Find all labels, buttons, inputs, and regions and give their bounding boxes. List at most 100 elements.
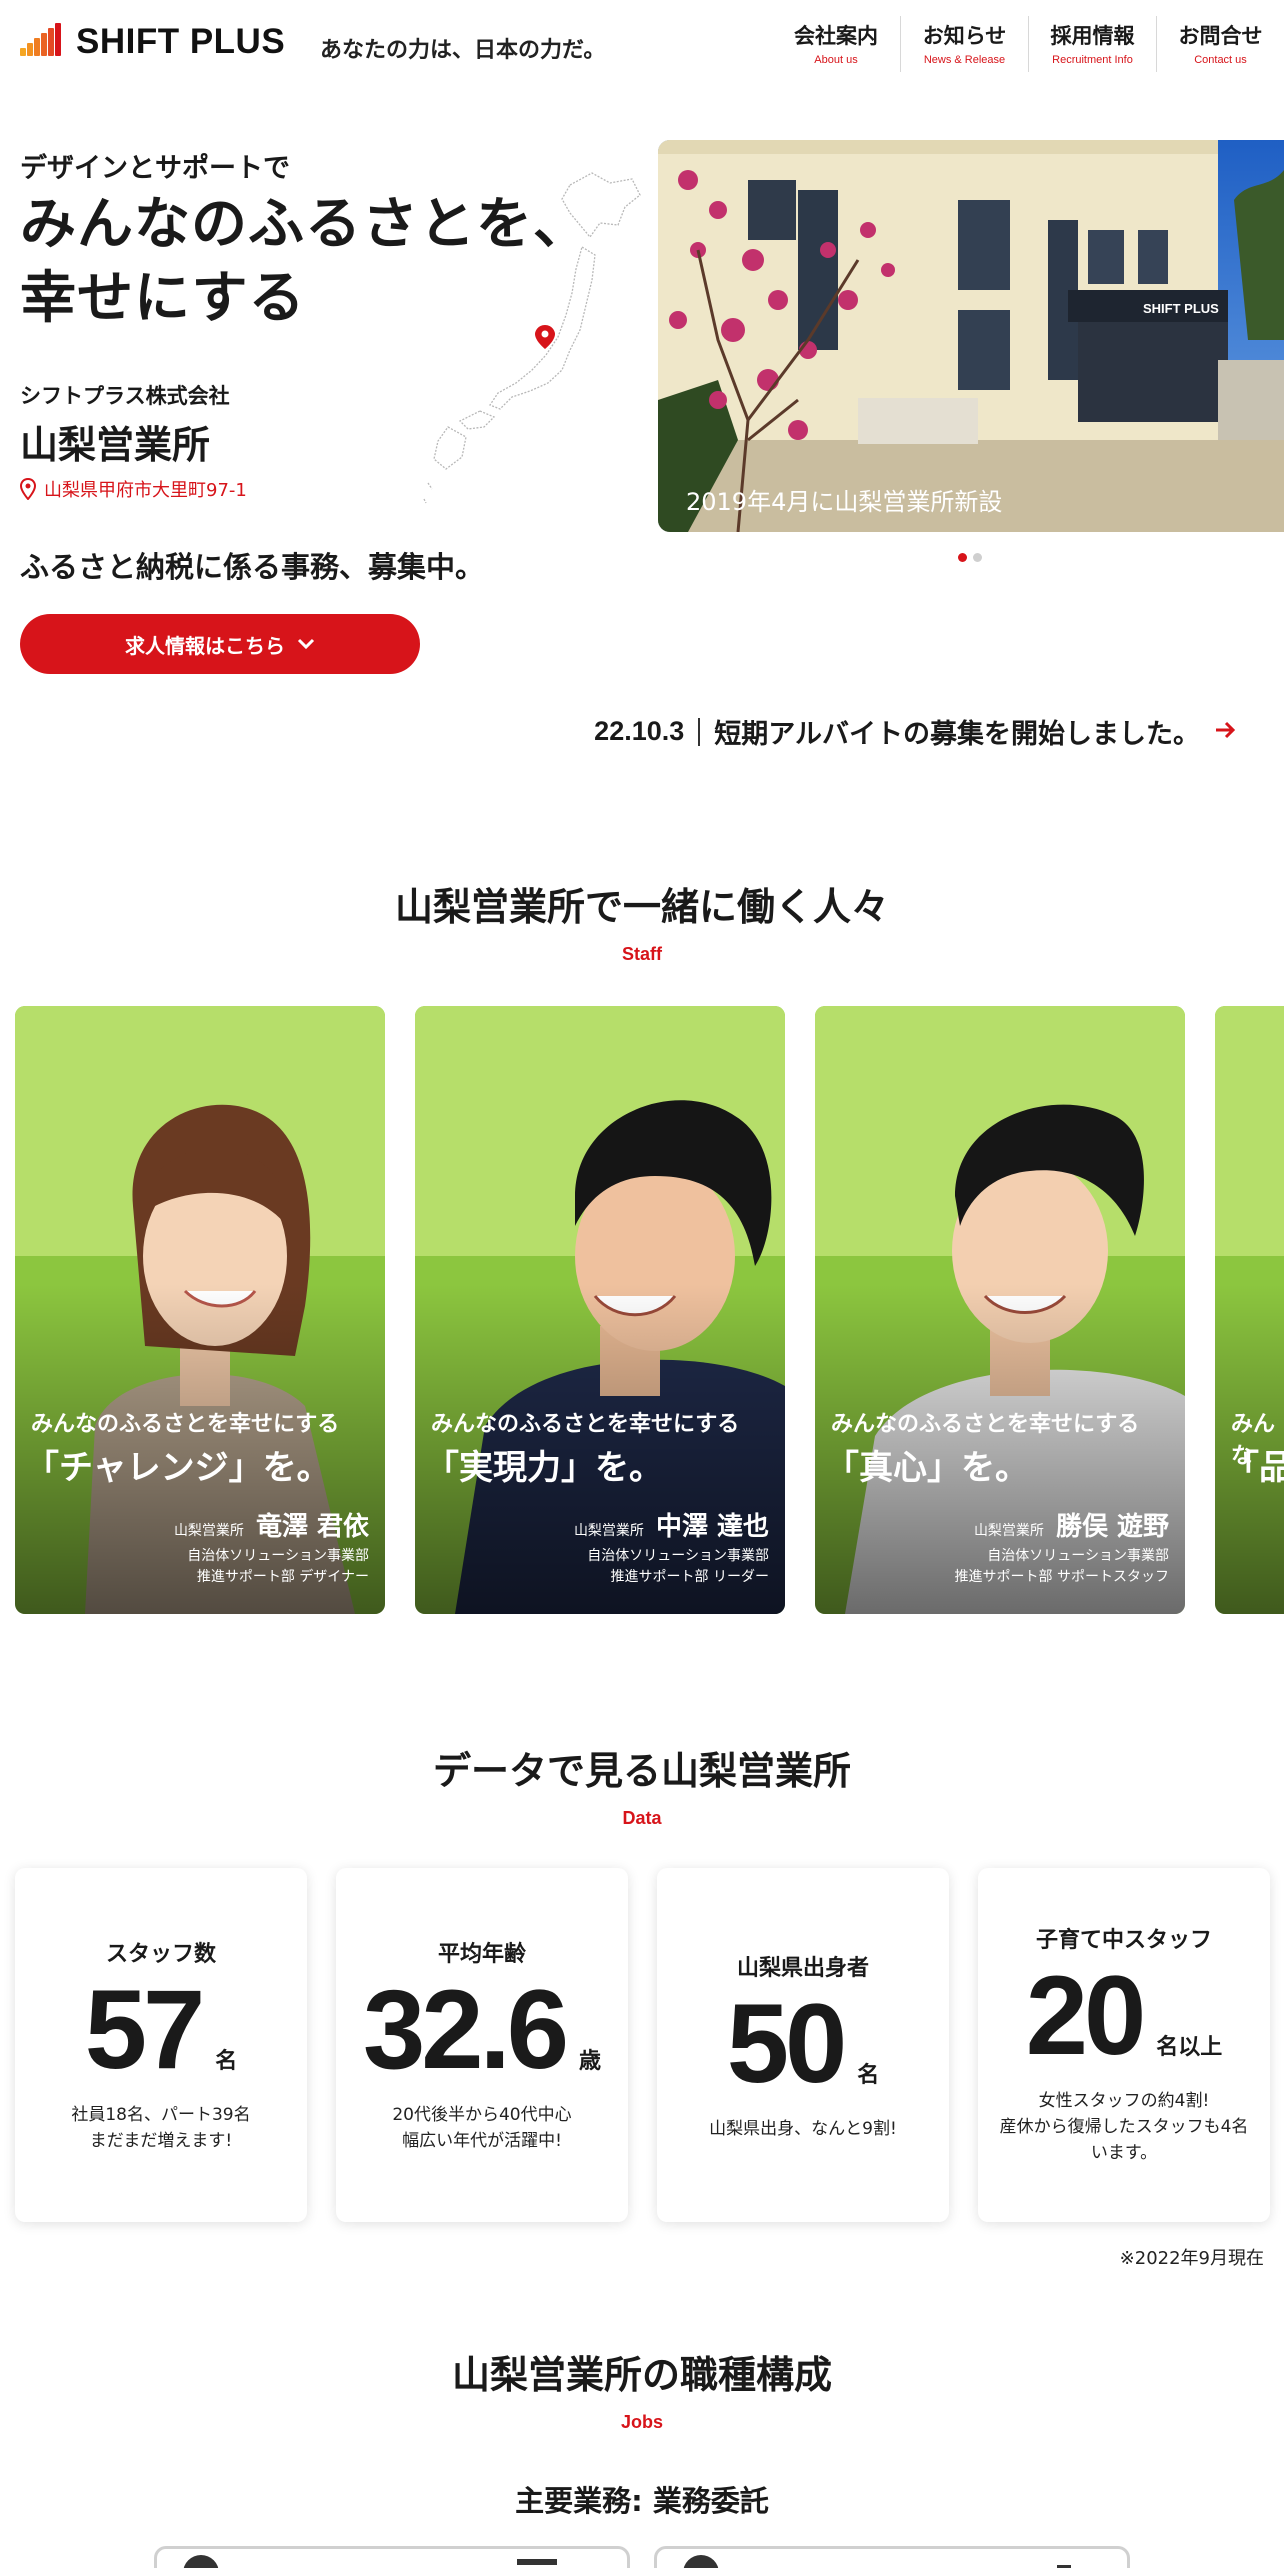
news-date: 22.10.3: [594, 716, 685, 746]
data-as-of-note: ※2022年9月現在: [1119, 2248, 1264, 2269]
job-card[interactable]: [654, 2546, 1130, 2568]
nav-sublabel: News & Release: [923, 54, 1006, 66]
building-sign: SHIFT PLUS: [1143, 301, 1219, 316]
stat-note-line: 幅広い年代が活躍中!: [402, 2131, 562, 2151]
news-separator: [698, 717, 701, 746]
site-header: SHIFT PLUS あなたの力は、日本の力だ。 会社案内 About us お…: [0, 0, 1284, 86]
staff-card[interactable]: みんなのふるさとを幸せにする 「実現力」を。 山梨営業所 中澤 達也 自治体ソリュ…: [415, 1006, 785, 1614]
staff-dept-line: 推進サポート部 サポートスタッフ: [954, 1569, 1169, 1585]
staff-quote: 「実現力」を。: [425, 1448, 663, 1488]
nav-label: お問合せ: [1178, 24, 1263, 48]
staff-card-partial[interactable]: みんな 「品: [1215, 1006, 1284, 1614]
hero-subtitle: デザインとサポートで: [20, 153, 290, 184]
news-text: 短期アルバイトの募集を開始しました。: [714, 719, 1200, 750]
chevron-down-icon: [297, 638, 315, 650]
staff-lead: みんなのふるさとを幸せにする: [431, 1412, 740, 1437]
stat-value-row: 50 名: [657, 1988, 949, 2100]
nav-recruit[interactable]: 採用情報 Recruitment Info: [1028, 16, 1156, 72]
map-pin-icon: [20, 478, 36, 500]
stat-note-line: まだまだ増えます!: [89, 2131, 233, 2151]
logo-text: SHIFT PLUS: [76, 22, 286, 61]
stat-label: 子育て中スタッフ: [1035, 1928, 1212, 1953]
stat-unit: 名以上: [1156, 2035, 1223, 2060]
staff-dept-line: 自治体ソリューション事業部: [987, 1548, 1169, 1564]
stat-value: 50: [726, 1981, 848, 2106]
staff-card[interactable]: みんなのふるさとを幸せにする 「真心」を。 山梨営業所 勝俣 遊野 自治体ソリュー…: [815, 1006, 1185, 1614]
staff-dept-line: 推進サポート部 デザイナー: [196, 1569, 369, 1585]
staff-office: 山梨営業所: [173, 1523, 244, 1539]
office-name: 山梨営業所: [20, 423, 211, 467]
staff-name: 山梨営業所 中澤 達也: [574, 1506, 769, 1543]
nav-contact[interactable]: お問合せ Contact us: [1156, 16, 1284, 72]
staff-card[interactable]: みんなのふるさとを幸せにする 「チャレンジ」を。 山梨営業所 竜澤 君依 自治体ソ…: [15, 1006, 385, 1614]
jobs-section-title: 山梨営業所の職種構成: [451, 2353, 832, 2397]
stat-value: 32.6: [363, 1967, 569, 2092]
main-nav: 会社案内 About us お知らせ News & Release 採用情報 R…: [772, 16, 1284, 72]
job-card-content: [683, 2555, 1071, 2568]
stat-label: 山梨県出身者: [736, 1956, 869, 1981]
staff-person-name: 中澤 達也: [655, 1512, 769, 1542]
slider-dot[interactable]: [958, 553, 967, 562]
stat-card: 山梨県出身者 50 名 山梨県出身、なんと9割!: [657, 1868, 949, 2222]
company-name: シフトプラス株式会社: [20, 384, 230, 408]
staff-dept-line: 推進サポート部 リーダー: [610, 1569, 769, 1585]
staff-lead: みんなのふるさとを幸せにする: [831, 1412, 1140, 1437]
logo[interactable]: SHIFT PLUS: [20, 22, 285, 62]
stat-note: 女性スタッフの約4割! 産休から復帰したスタッフも4名います。: [978, 2088, 1270, 2166]
address: 山梨県甲府市大里町97-1: [20, 476, 247, 502]
nav-sublabel: Recruitment Info: [1052, 54, 1133, 66]
job-card-content: [183, 2555, 557, 2568]
stat-unit: 歳: [578, 2049, 601, 2074]
staff-person-name: 竜澤 君依: [255, 1512, 369, 1542]
stat-note-line: 産休から復帰したスタッフも4名います。: [999, 2117, 1249, 2163]
logo-bars-icon: [20, 23, 66, 60]
stat-card: 平均年齢 32.6 歳 20代後半から40代中心 幅広い年代が活躍中!: [336, 1868, 628, 2222]
staff-person-name: 勝俣 遊野: [1055, 1512, 1169, 1542]
stat-note: 山梨県出身、なんと9割!: [657, 2116, 949, 2142]
nav-label: お知らせ: [922, 24, 1007, 48]
staff-section-title: 山梨営業所で一緒に働く人々: [394, 885, 889, 929]
stat-note-line: 20代後半から40代中心: [392, 2105, 572, 2125]
stat-note: 社員18名、パート39名 まだまだ増えます!: [15, 2102, 307, 2154]
staff-dept: 自治体ソリューション事業部推進サポート部 デザイナー: [187, 1546, 369, 1588]
tagline: あなたの力は、日本の力だ。: [320, 38, 606, 63]
news-ticker[interactable]: 22.10.3 短期アルバイトの募集を開始しました。: [594, 712, 1236, 751]
staff-office: 山梨営業所: [973, 1523, 1044, 1539]
stat-value: 20: [1025, 1953, 1147, 2078]
staff-section-subtitle: Staff: [622, 944, 662, 964]
stat-label: スタッフ数: [105, 1942, 216, 1967]
stat-value-row: 32.6 歳: [336, 1974, 628, 2086]
stat-note: 20代後半から40代中心 幅広い年代が活躍中!: [336, 2102, 628, 2154]
jobs-section-subtitle: Jobs: [620, 2412, 663, 2432]
hero-photo-slider[interactable]: SHIFT PLUS 2019年4月に山梨営業所新設: [658, 140, 1284, 532]
nav-sublabel: About us: [814, 54, 858, 66]
stat-note-line: 女性スタッフの約4割!: [1038, 2091, 1210, 2111]
nav-about[interactable]: 会社案内 About us: [772, 16, 900, 72]
slider-dot[interactable]: [973, 553, 982, 562]
data-section-subtitle: Data: [622, 1808, 662, 1828]
stat-unit: 名: [215, 2049, 238, 2074]
staff-quote: 「真心」を。: [825, 1448, 1029, 1488]
hero-photo-caption: 2019年4月に山梨営業所新設: [686, 488, 1002, 516]
stat-label: 平均年齢: [437, 1942, 526, 1967]
stat-value-row: 20 名以上: [978, 1960, 1270, 2072]
address-text: 山梨県甲府市大里町97-1: [44, 480, 247, 501]
staff-dept: 自治体ソリューション事業部 推進サポート部 リーダー: [587, 1546, 769, 1588]
data-section-title: データで見る山梨営業所: [432, 1749, 851, 1793]
japan-map-icon: [423, 172, 641, 504]
job-info-button[interactable]: 求人情報はこちら: [20, 614, 420, 674]
stat-card: スタッフ数 57 名 社員18名、パート39名 まだまだ増えます!: [15, 1868, 307, 2222]
stat-unit: 名: [857, 2063, 880, 2088]
staff-quote: 「チャレンジ」を。: [25, 1448, 331, 1488]
stat-card: 子育て中スタッフ 20 名以上 女性スタッフの約4割! 産休から復帰したスタッフ…: [978, 1868, 1270, 2222]
nav-news[interactable]: お知らせ News & Release: [900, 16, 1028, 72]
nav-label: 会社案内: [794, 24, 878, 48]
jobs-main-business: 主要業務: 業務委託: [515, 2484, 769, 2518]
slider-pagination: [958, 553, 982, 562]
job-card[interactable]: [154, 2546, 630, 2568]
staff-dept-line: 自治体ソリューション事業部: [187, 1548, 369, 1564]
arrow-right-icon: [1214, 714, 1236, 749]
job-info-button-label: 求人情報はこちら: [125, 633, 285, 658]
recruit-message: ふるさと納税に係る事務、募集中。: [20, 550, 485, 584]
stat-value: 57: [84, 1967, 206, 2092]
